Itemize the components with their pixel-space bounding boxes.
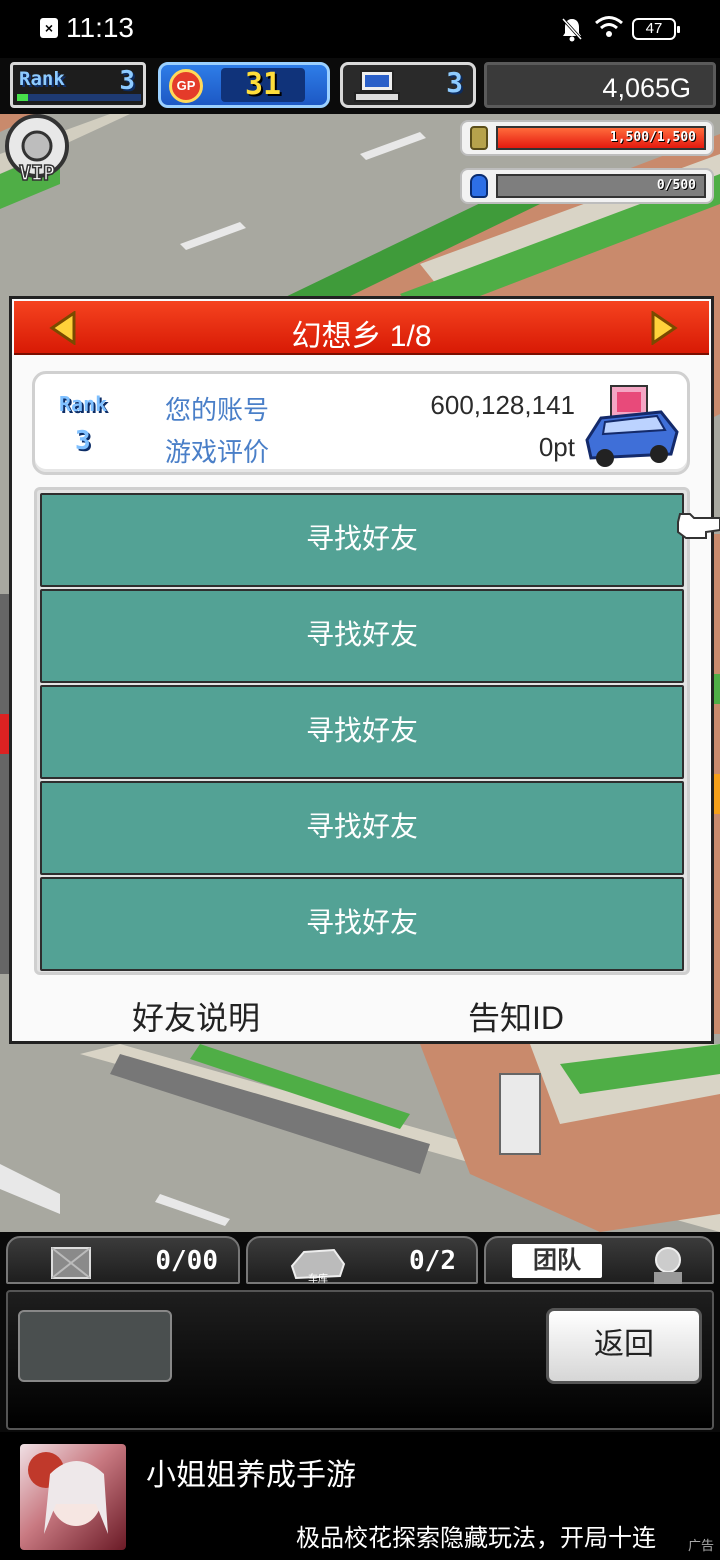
ad-description: 极品校花探索隐藏玩法，开局十连 [296, 1525, 656, 1552]
money-value: 4,065G [602, 73, 691, 103]
coin-stack-icon [470, 126, 488, 150]
find-friend-button[interactable]: 寻找好友 [40, 685, 684, 779]
money-display: 4,065G [484, 62, 716, 108]
computer-display[interactable]: 3 [340, 62, 476, 108]
bottom-bar: 0/00 车库 0/2 团队 返回 [0, 1232, 720, 1432]
vip-label: VIP [19, 161, 55, 185]
battery-indicator: 47 [632, 18, 680, 40]
evaluation-label: 游戏评价 [165, 437, 270, 467]
rank-label: Rank [19, 68, 65, 90]
tab-material[interactable]: 0/00 [6, 1236, 240, 1284]
ad-thumbnail[interactable] [20, 1444, 126, 1550]
garage-count: 0/2 [409, 1246, 456, 1276]
computer-icon [354, 70, 400, 102]
friend-list: 寻找好友 寻找好友 寻找好友 寻找好友 寻找好友 [34, 487, 690, 975]
gp-coin-icon: GP [169, 69, 203, 103]
evaluation-value: 0pt [538, 432, 575, 462]
water-capacity-meter: 0/500 [460, 168, 714, 204]
ad-banner[interactable]: 小姐姐养成手游 极品校花探索隐藏玩法，开局十连 广告 [0, 1432, 720, 1560]
notification-icon: × [40, 18, 58, 38]
account-rank-label: Rank [59, 392, 108, 416]
bottom-tabs: 0/00 车库 0/2 团队 [4, 1232, 716, 1288]
rank-display[interactable]: Rank 3 [10, 62, 146, 108]
clock: 11:13 [66, 12, 134, 43]
account-id-value: 600,128,141 [430, 390, 575, 420]
crate-icon [51, 1247, 91, 1279]
find-friend-button[interactable]: 寻找好友 [40, 589, 684, 683]
status-bar: × 11:13 47 [0, 0, 720, 58]
bell-muted-icon [561, 17, 583, 42]
panel-title: 幻想乡 1/8 [291, 320, 432, 353]
vip-badge-icon[interactable]: VIP [0, 114, 74, 186]
account-id-label: 您的账号 [165, 395, 270, 425]
computer-value: 3 [446, 66, 463, 99]
panel-header: 幻想乡 1/8 [14, 301, 709, 355]
find-friend-button[interactable]: 寻找好友 [40, 493, 684, 587]
ad-tag: 广告 [687, 1538, 714, 1553]
tab-garage[interactable]: 车库 0/2 [246, 1236, 478, 1284]
account-card: Rank 3 您的账号 600,128,141 游戏评价 0pt [32, 371, 690, 475]
friend-panel: 幻想乡 1/8 Rank 3 您的账号 600,128,141 游戏评价 0pt… [9, 296, 714, 1044]
team-label: 团队 [512, 1244, 602, 1278]
top-hud: Rank 3 GP 31 3 4,065G [0, 58, 720, 114]
money-meter-text: 1,500/1,500 [609, 130, 696, 145]
material-count: 0/00 [155, 1246, 218, 1276]
garage-label: 车库 [308, 1272, 328, 1284]
control-area: 返回 [6, 1290, 714, 1430]
empty-slot [18, 1310, 172, 1382]
gp-value: 31 [221, 68, 305, 102]
next-page-arrow-icon[interactable] [649, 311, 679, 345]
tab-team[interactable]: 团队 [484, 1236, 714, 1284]
ad-title: 小姐姐养成手游 [146, 1459, 356, 1492]
tell-id-button[interactable]: 告知ID [468, 993, 564, 1039]
water-bottle-icon [470, 174, 488, 198]
wifi-icon [595, 16, 623, 37]
garage-car-icon: 车库 [290, 1248, 346, 1284]
gp-display[interactable]: GP 31 [158, 62, 330, 108]
staff-avatar-icon [654, 1247, 682, 1284]
find-friend-button[interactable]: 寻找好友 [40, 781, 684, 875]
ad-character-image [28, 1452, 108, 1534]
panel-footer: 好友说明 告知ID [12, 989, 711, 1039]
money-capacity-meter: 1,500/1,500 [460, 120, 714, 156]
player-car-icon [585, 385, 679, 467]
back-button[interactable]: 返回 [546, 1308, 702, 1384]
rank-progress-bar [17, 94, 141, 101]
find-friend-button[interactable]: 寻找好友 [40, 877, 684, 971]
water-meter-text: 0/500 [656, 178, 696, 193]
friend-help-button[interactable]: 好友说明 [132, 993, 260, 1039]
account-rank-value: 3 [75, 426, 91, 456]
rank-value: 3 [119, 66, 135, 96]
pointing-hand-icon [677, 513, 720, 539]
